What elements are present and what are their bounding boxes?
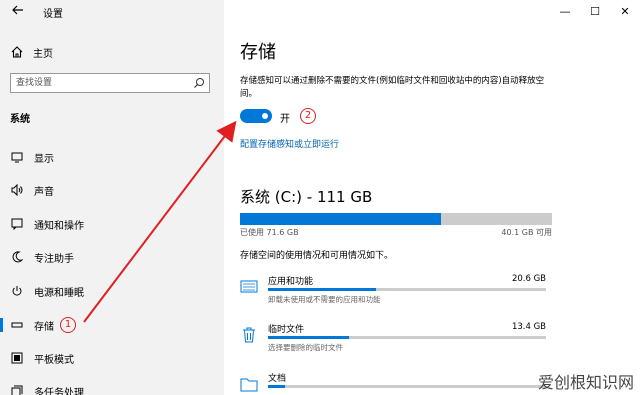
watermark: 爱创根知识网 xyxy=(537,373,634,392)
annotation-badge-2: 2 xyxy=(300,108,316,124)
annotation-arrow xyxy=(83,120,237,323)
annotation-badge-1: 1 xyxy=(60,317,76,333)
